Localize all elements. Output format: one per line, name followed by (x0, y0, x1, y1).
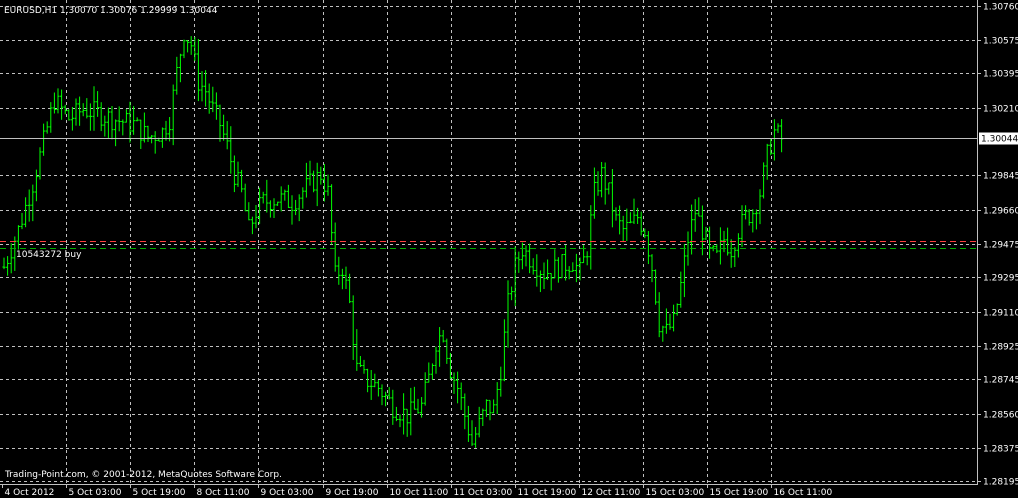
y-tick-label: 1.30575 (983, 37, 1018, 47)
price-label: 1.30044 (981, 135, 1018, 145)
y-tick-label: 1.29660 (983, 207, 1018, 217)
x-tick-label: 16 Oct 11:00 (774, 488, 833, 498)
y-tick-label: 1.29110 (983, 309, 1018, 319)
y-tick-label: 1.29295 (983, 274, 1018, 284)
x-tick-label: 11 Oct 03:00 (454, 488, 513, 498)
y-tick-label: 1.29475 (983, 241, 1018, 251)
y-tick-label: 1.28375 (983, 445, 1018, 455)
x-tick-label: 4 Oct 2012 (5, 488, 55, 498)
x-tick-label: 9 Oct 19:00 (326, 488, 379, 498)
x-tick-label: 10 Oct 11:00 (390, 488, 449, 498)
y-tick-label: 1.28745 (983, 376, 1018, 386)
x-tick-label: 15 Oct 19:00 (710, 488, 769, 498)
y-tick-label: 1.30760 (983, 3, 1018, 13)
x-tick-label: 5 Oct 19:00 (133, 488, 186, 498)
x-tick-label: 8 Oct 11:00 (197, 488, 250, 498)
y-tick-label: 1.30210 (983, 105, 1018, 115)
x-tick-label: 11 Oct 19:00 (518, 488, 577, 498)
y-tick-label: 1.29845 (983, 172, 1018, 182)
y-axis-ticks: 1.30760 1.30575 1.30395 1.30210 1.29845 1.296… (977, 3, 1018, 488)
chart-header: EURUSD,H1 1.30070 1.30076 1.29999 1.3004… (4, 6, 218, 16)
copyright-text: Trading-Point.com, © 2001-2012, MetaQuot… (4, 470, 282, 480)
y-tick-label: 1.28560 (983, 411, 1018, 421)
price-chart[interactable]: 1.30760 1.30575 1.30395 1.30210 1.29845 1.296… (0, 0, 1018, 498)
y-tick-label: 1.30395 (983, 70, 1018, 80)
x-tick-label: 15 Oct 03:00 (646, 488, 705, 498)
x-tick-label: 5 Oct 03:00 (69, 488, 122, 498)
order-label[interactable]: 10543272 buy (16, 250, 82, 260)
x-tick-label: 12 Oct 11:00 (582, 488, 641, 498)
y-tick-label: 1.28925 (983, 343, 1018, 353)
x-tick-label: 9 Oct 03:00 (261, 488, 314, 498)
y-tick-label: 1.28195 (983, 478, 1018, 488)
